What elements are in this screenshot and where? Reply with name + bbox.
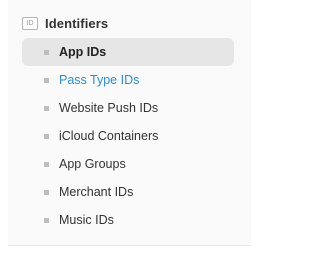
identifiers-nav-list: App IDs Pass Type IDs Website Push IDs i… xyxy=(22,38,234,234)
sidebar-item-label: Merchant IDs xyxy=(59,185,134,199)
bullet-icon xyxy=(44,105,49,111)
sidebar-item-app-ids[interactable]: App IDs xyxy=(22,38,234,66)
bullet-icon xyxy=(44,133,49,139)
bullet-icon xyxy=(44,77,49,83)
id-card-icon: ID xyxy=(22,16,38,30)
sidebar-item-app-groups[interactable]: App Groups xyxy=(22,150,234,178)
bullet-icon xyxy=(44,161,49,167)
sidebar-item-label: App IDs xyxy=(59,45,107,59)
sidebar-item-label: App Groups xyxy=(59,157,126,171)
section-title: Identifiers xyxy=(45,15,109,31)
sidebar-item-merchant-ids[interactable]: Merchant IDs xyxy=(22,178,234,206)
bullet-icon xyxy=(44,49,49,55)
bullet-icon xyxy=(44,217,49,223)
sidebar-item-label: Pass Type IDs xyxy=(59,73,140,87)
bullet-icon xyxy=(44,189,49,195)
identifiers-sidebar: ID Identifiers App IDs Pass Type IDs Web… xyxy=(8,0,251,246)
sidebar-item-pass-type-ids[interactable]: Pass Type IDs xyxy=(22,66,234,94)
sidebar-item-music-ids[interactable]: Music IDs xyxy=(22,206,234,234)
sidebar-item-label: iCloud Containers xyxy=(59,129,159,143)
sidebar-item-website-push-ids[interactable]: Website Push IDs xyxy=(22,94,234,122)
sidebar-item-icloud-containers[interactable]: iCloud Containers xyxy=(22,122,234,150)
sidebar-item-label: Website Push IDs xyxy=(59,101,159,115)
identifiers-section-header: ID Identifiers xyxy=(22,14,108,32)
sidebar-item-label: Music IDs xyxy=(59,213,114,227)
